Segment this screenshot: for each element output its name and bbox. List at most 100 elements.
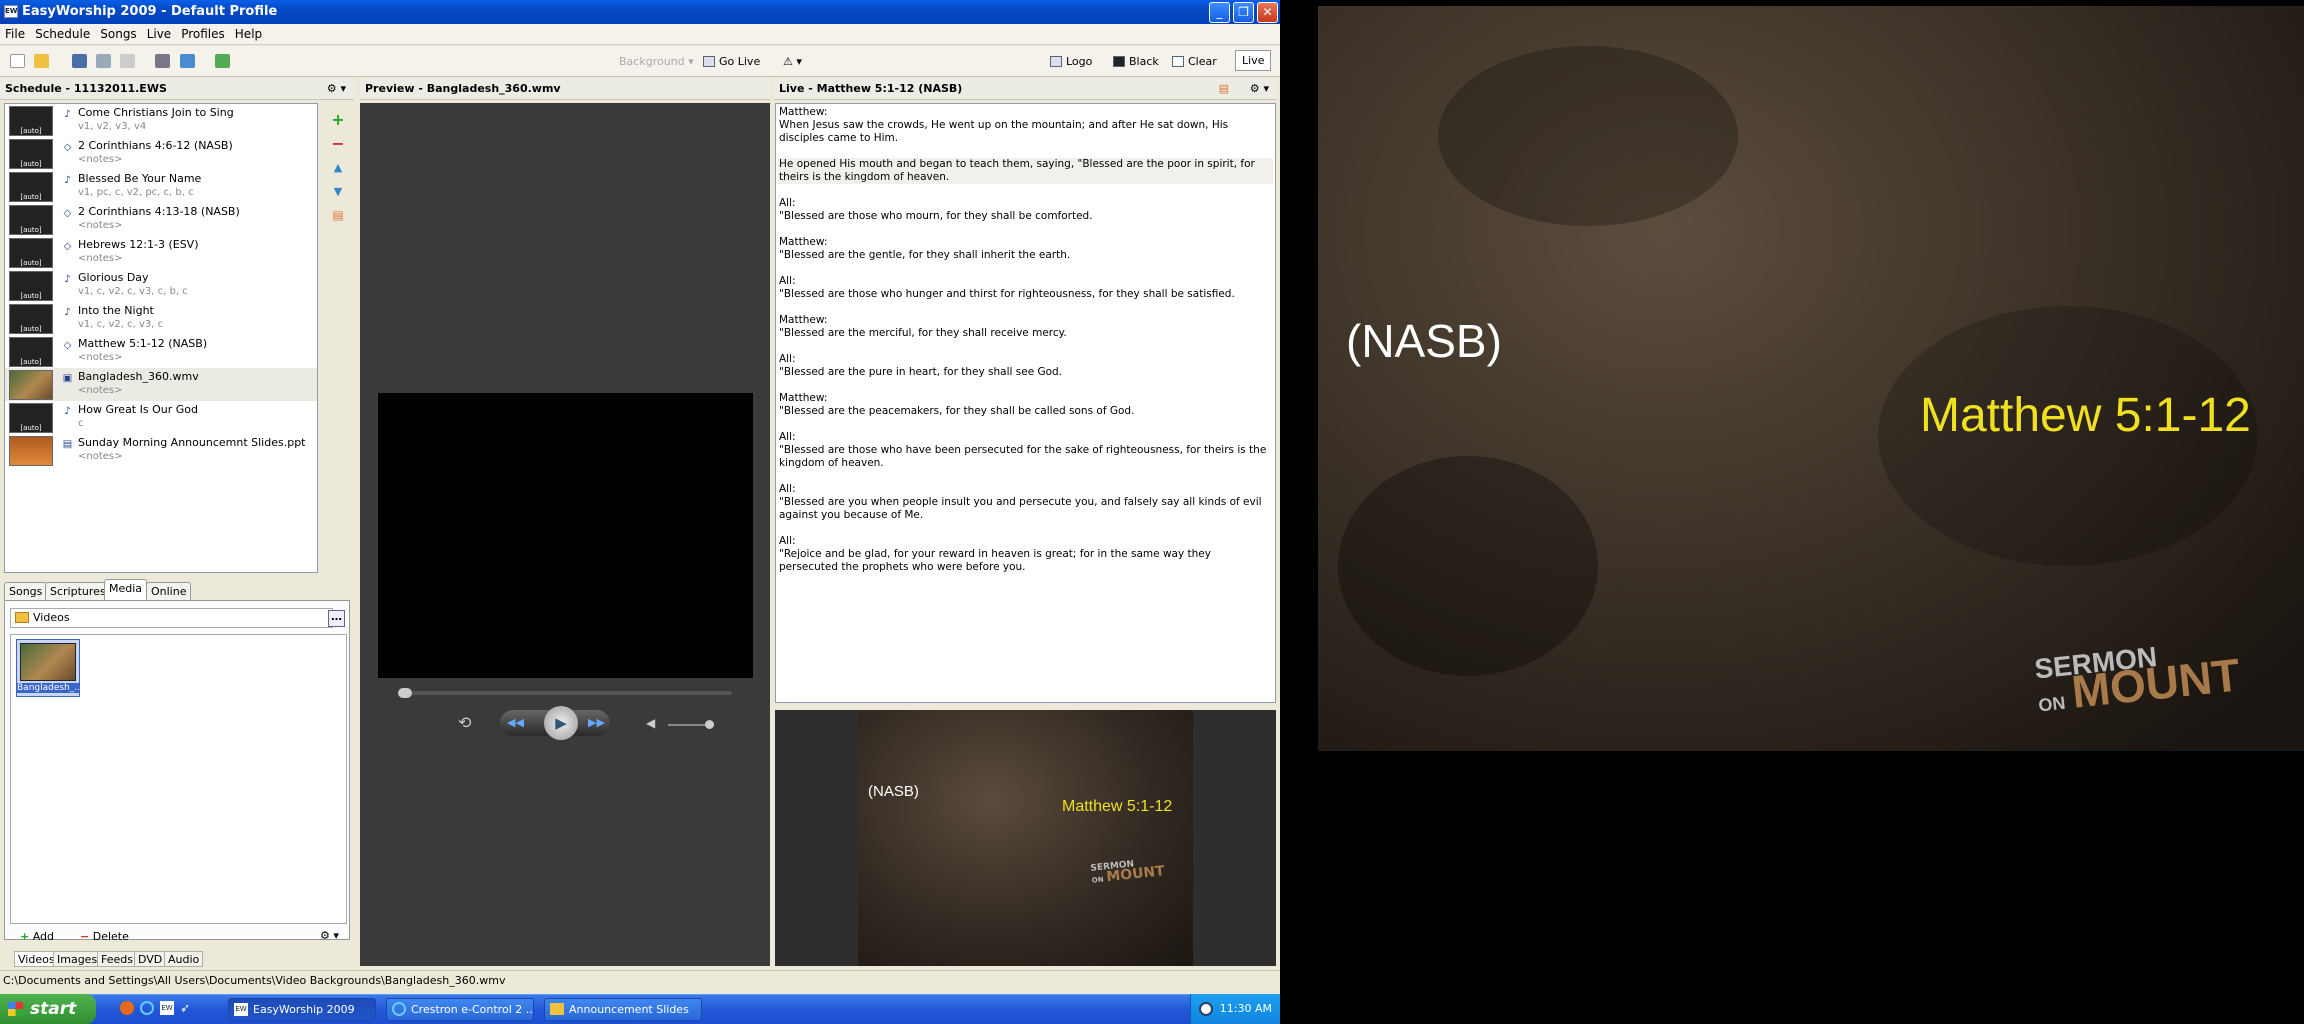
schedule-item[interactable]: [auto] ◇ Hebrews 12:1-3 (ESV) <notes> [5,236,317,269]
tab-scriptures[interactable]: Scriptures [45,582,111,600]
schedule-list[interactable]: [auto] ♪ Come Christians Join to Sing v1, v… [4,103,318,573]
schedule-item[interactable]: ▣ Bangladesh_360.wmv <notes> [5,368,317,401]
ie-icon[interactable] [140,1001,154,1015]
live-verse-paragraph[interactable]: All: "Blessed are the pure in heart, for… [778,353,1273,379]
schedule-item[interactable]: [auto] ♪ Glorious Day v1, c, v2, c, v3, c, … [5,269,317,302]
bottom-tab-images[interactable]: Images [53,951,102,967]
remove-from-schedule-minus-icon[interactable]: − [330,136,346,152]
rewind-icon[interactable]: ◀◀ [507,716,524,729]
schedule-item[interactable]: [auto] ♪ Into the Night v1, c, v2, c, v3, c [5,302,317,335]
add-to-schedule-plus-icon[interactable]: + [330,112,346,128]
live-verse-paragraph[interactable]: Matthew: When Jesus saw the crowds, He w… [778,106,1273,145]
open-folder-icon[interactable] [34,54,49,68]
edit-icon[interactable] [120,54,135,68]
close-button[interactable]: ✕ [1257,2,1278,23]
bottom-tab-audio[interactable]: Audio [164,951,204,967]
live-verse-paragraph[interactable]: He opened His mouth and began to teach t… [778,158,1273,184]
browse-folder-button[interactable]: … [328,610,345,627]
live-settings-gear-icon[interactable]: ⚙ ▾ [1250,78,1269,100]
preview-video[interactable] [378,393,753,678]
clear-button[interactable]: Clear [1172,54,1217,69]
live-options-icon[interactable]: ▤ [1219,78,1229,100]
fast-forward-icon[interactable]: ▶▶ [588,716,605,729]
play-button[interactable]: ▶ [544,706,578,740]
tab-media[interactable]: Media [104,579,148,601]
schedule-item[interactable]: ▤ Sunday Morning Announcemnt Slides.ppt <n… [5,434,317,467]
move-down-arrow-icon[interactable]: ▼ [330,184,346,200]
live-verse-paragraph[interactable]: All: "Blessed are those who have been pe… [778,431,1273,470]
schedule-item[interactable]: [auto] ♪ Blessed Be Your Name v1, pc, c, v2… [5,170,317,203]
menu-live[interactable]: Live [142,24,177,44]
schedule-item-thumbnail: [auto] [9,172,53,202]
menu-profiles[interactable]: Profiles [176,24,230,44]
live-verse-paragraph[interactable]: All: "Blessed are you when people insult… [778,483,1273,522]
task-folder-icon [550,1003,564,1015]
add-schedule-icon[interactable] [215,54,230,68]
warning-dropdown[interactable]: ⚠ ▾ [783,54,802,69]
save-icon[interactable] [72,54,87,68]
schedule-item[interactable]: [auto] ◇ Matthew 5:1-12 (NASB) <notes> [5,335,317,368]
schedule-item[interactable]: [auto] ◇ 2 Corinthians 4:6-12 (NASB) <notes… [5,137,317,170]
start-button[interactable]: start [0,994,96,1024]
volume-handle[interactable] [705,720,714,729]
schedule-item[interactable]: [auto] ◇ 2 Corinthians 4:13-18 (NASB) <note… [5,203,317,236]
add-media-button[interactable]: + Add [20,930,54,943]
scripture-type-icon: ◇ [63,340,72,351]
windows-logo-icon [8,1002,23,1016]
task-easyworship[interactable]: EW EasyWorship 2009 [228,998,376,1021]
monitor-icon[interactable] [180,54,195,68]
media-thumbnail-item[interactable]: Bangladesh_... [16,639,83,697]
task-announcement-slides[interactable]: Announcement Slides [544,998,702,1021]
live-verse-paragraph[interactable]: Matthew: "Blessed are the peacemakers, f… [778,392,1273,418]
bottom-tab-dvd[interactable]: DVD [134,951,167,967]
minimize-button[interactable]: _ [1209,2,1230,23]
background-dropdown[interactable]: Background ▾ [619,54,694,69]
tray-clock-icon[interactable] [1199,1002,1213,1016]
title-bar[interactable]: EW EasyWorship 2009 - Default Profile [0,0,1280,24]
schedule-item-subtitle: <notes> [78,451,123,462]
menu-help[interactable]: Help [230,24,267,44]
delete-media-button[interactable]: − Delete [80,930,129,943]
black-button[interactable]: Black [1113,54,1159,69]
print-icon[interactable] [155,54,170,68]
texture-shadow [1338,456,1598,676]
live-verse-paragraph[interactable]: All: "Blessed are those who mourn, for t… [778,197,1273,223]
schedule-settings-gear-icon[interactable]: ⚙ ▾ [327,78,346,100]
live-verse-paragraph[interactable]: All: "Rejoice and be glad, for your rewa… [778,535,1273,574]
bottom-tab-feeds[interactable]: Feeds [97,951,137,967]
seek-handle[interactable] [398,688,412,698]
move-up-arrow-icon[interactable]: ▲ [330,160,346,176]
schedule-item-title: Glorious Day [78,271,149,284]
menu-file[interactable]: File [0,24,30,44]
live-verse-paragraph[interactable]: Matthew: "Blessed are the gentle, for th… [778,236,1273,262]
live-text-panel[interactable]: Matthew: When Jesus saw the crowds, He w… [775,103,1276,703]
add-item-icon[interactable] [96,54,111,68]
seek-bar[interactable] [398,691,732,695]
schedule-item[interactable]: [auto] ♪ Come Christians Join to Sing v1, v… [5,104,317,137]
schedule-item[interactable]: [auto] ♪ How Great Is Our God c [5,401,317,434]
restore-button[interactable]: ❐ [1233,2,1254,23]
schedule-options-icon[interactable]: ▤ [330,208,346,224]
media-folder-dropdown[interactable]: Videos [10,608,333,628]
menu-schedule[interactable]: Schedule [30,24,95,44]
easyworship-quicklaunch-icon[interactable]: EW [160,1001,174,1015]
new-icon[interactable] [10,54,25,68]
firefox-icon[interactable] [120,1001,134,1015]
system-tray: 11:30 AM [1190,994,1280,1024]
go-live-button[interactable]: Go Live [703,54,760,69]
task-crestron[interactable]: Crestron e-Control 2 ... [386,998,534,1021]
menu-songs[interactable]: Songs [95,24,141,44]
toolbar: Background ▾ Go Live ⚠ ▾ Logo Black Clea… [0,46,1280,77]
media-settings-gear-icon[interactable]: ⚙ ▾ [320,929,339,942]
tab-online[interactable]: Online [146,582,192,600]
live-verse-paragraph[interactable]: Matthew: "Blessed are the merciful, for … [778,314,1273,340]
live-verse-paragraph[interactable]: All: "Blessed are those who hunger and t… [778,275,1273,301]
logo-button[interactable]: Logo [1050,54,1092,69]
schedule-item-subtitle: <notes> [78,385,123,396]
quicklaunch-icon[interactable]: ➶ [180,1001,194,1015]
song-type-icon: ♪ [64,109,71,120]
bottom-tab-videos[interactable]: Videos [14,951,59,967]
tab-songs[interactable]: Songs [4,582,48,600]
loop-icon[interactable]: ⟲ [458,713,471,732]
live-toggle-button[interactable]: Live [1235,50,1272,71]
